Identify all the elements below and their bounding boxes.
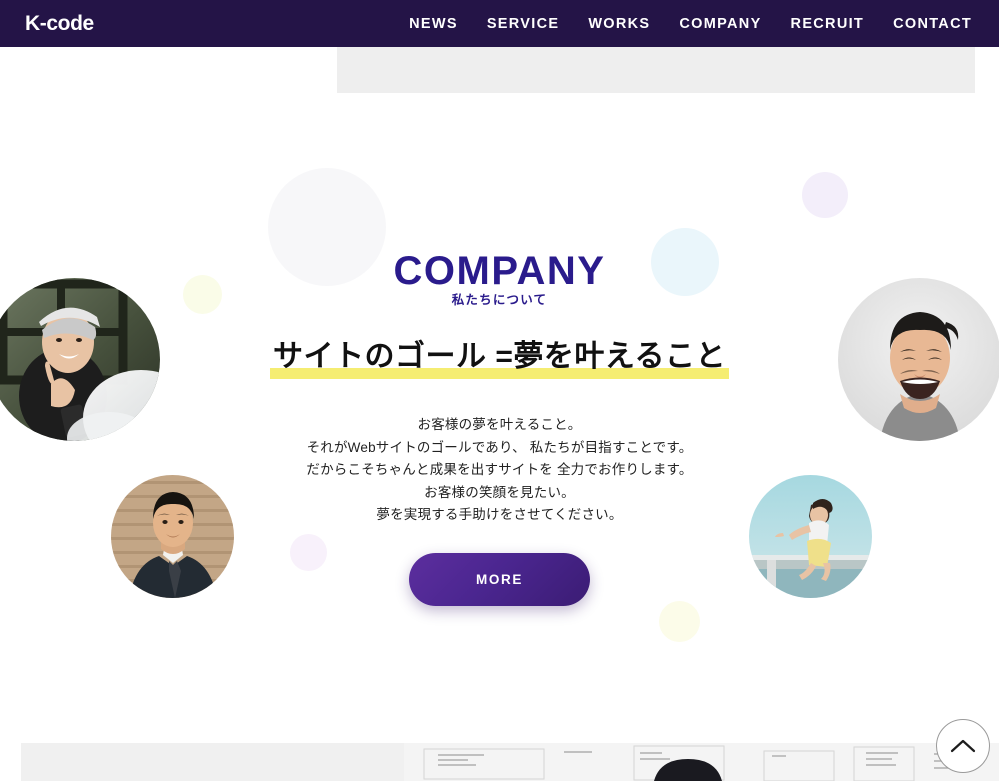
nav-item-recruit[interactable]: RECRUIT [791, 16, 865, 32]
main-navigation: NEWS SERVICE WORKS COMPANY RECRUIT CONTA… [409, 16, 972, 32]
body-line-3: だからこそちゃんと成果を出すサイトを 全力でお作りします。 [306, 462, 693, 477]
nav-item-works[interactable]: WORKS [588, 16, 650, 32]
next-section-photo-whiteboard [404, 743, 999, 781]
more-button[interactable]: MORE [409, 553, 590, 606]
decor-circle-lavender-mid [290, 534, 327, 571]
nav-item-company[interactable]: COMPANY [679, 16, 761, 32]
nav-item-news[interactable]: NEWS [409, 16, 458, 32]
body-line-1: お客様の夢を叶えること。 [417, 417, 582, 432]
body-line-5: 夢を実現する手助けをさせてください。 [376, 507, 623, 522]
scroll-to-top-button[interactable] [936, 719, 990, 773]
decor-circle-yellow-bottom [659, 601, 700, 642]
headline-text: サイトのゴール =夢を叶えること [273, 340, 726, 373]
body-line-2: それがWebサイトのゴールであり、 私たちが目指すことです。 [306, 439, 693, 455]
body-line-4: お客様の笑顔を見たい。 [424, 484, 575, 500]
headline-wrapper: サイトのゴール =夢を叶えること [0, 331, 999, 379]
decor-circle-lavender-top [802, 172, 848, 218]
page-root: K-code NEWS SERVICE WORKS COMPANY RECRUI… [0, 0, 999, 781]
section-title: COMPANY [393, 249, 606, 293]
previous-section-panel [337, 47, 975, 93]
site-logo[interactable]: K-code [25, 12, 94, 36]
nav-item-service[interactable]: SERVICE [487, 16, 560, 32]
section-body-copy: お客様の夢を叶えること。 それがWebサイトのゴールであり、 私たちが目指すこと… [0, 414, 999, 527]
next-section-panel [21, 743, 404, 781]
site-header: K-code NEWS SERVICE WORKS COMPANY RECRUI… [0, 0, 999, 47]
section-headline: サイトのゴール =夢を叶えること [270, 331, 729, 379]
nav-item-contact[interactable]: CONTACT [893, 16, 972, 32]
section-subtitle: 私たちについて [451, 293, 548, 307]
chevron-up-icon [950, 738, 976, 754]
